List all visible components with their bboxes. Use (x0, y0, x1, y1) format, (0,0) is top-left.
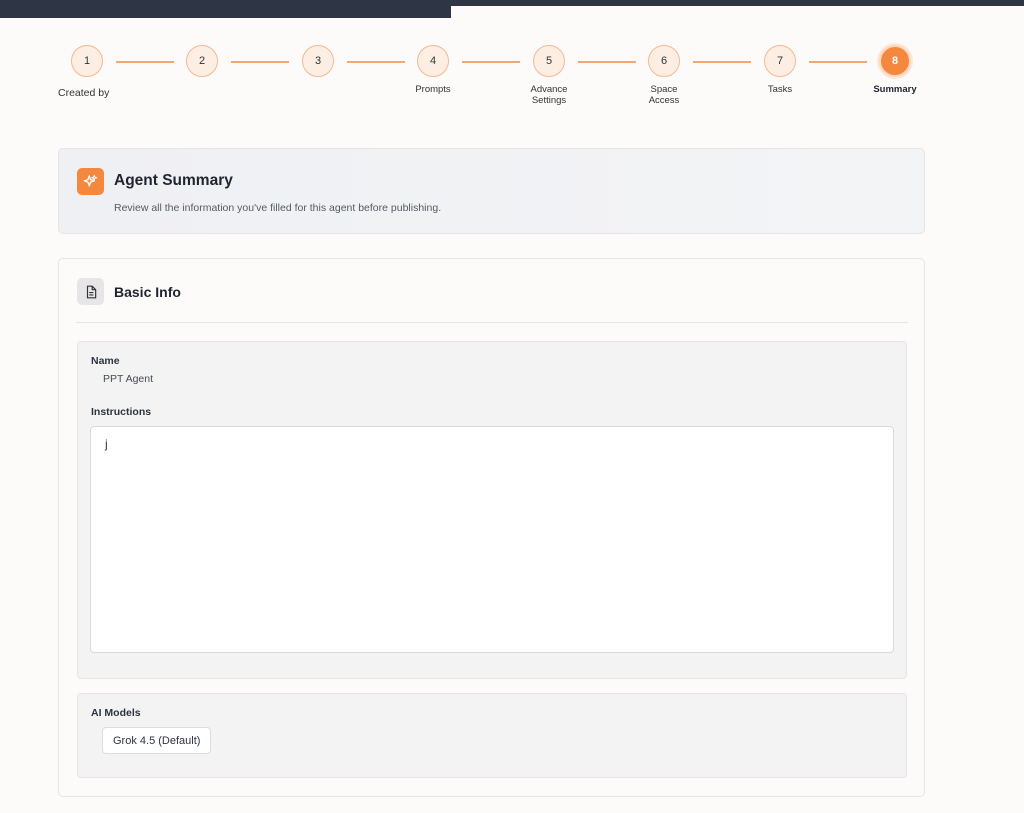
step-3[interactable]: 3 (302, 45, 334, 77)
step-number: 7 (776, 55, 784, 67)
step-8[interactable]: 8 (879, 45, 911, 77)
step-connector (578, 61, 636, 63)
basic-info-title: Basic Info (114, 284, 181, 300)
ai-models-label: AI Models (91, 707, 141, 719)
instructions-label: Instructions (91, 406, 152, 418)
step-6[interactable]: 6 (648, 45, 680, 77)
divider (76, 322, 908, 323)
step-label-space-access: Space Access (619, 84, 709, 106)
step-5[interactable]: 5 (533, 45, 565, 77)
step-label-summary: Summary (873, 84, 917, 95)
step-label-line: Advance Settings (530, 84, 568, 106)
step-label-line: Space Access (648, 84, 680, 106)
step-label-advance-settings: Advance Settings (504, 84, 594, 106)
step-connector (116, 61, 174, 63)
step-number: 5 (545, 55, 553, 67)
basic-info-card: Basic Info Name PPT Agent Instructions j… (58, 258, 925, 797)
instructions-textarea[interactable]: j (90, 426, 894, 653)
summary-subtitle: Review all the information you've filled… (114, 202, 442, 214)
step-label-tasks: Tasks (767, 84, 793, 95)
step-label-created-by: Created by (58, 87, 110, 99)
step-number: 3 (314, 55, 322, 67)
model-chip: Grok 4.5 (Default) (102, 727, 212, 754)
step-2[interactable]: 2 (186, 45, 218, 77)
step-connector (693, 61, 751, 63)
name-label: Name (91, 355, 120, 367)
document-icon (77, 278, 104, 305)
step-1[interactable]: 1 (71, 45, 103, 77)
step-7[interactable]: 7 (764, 45, 796, 77)
step-connector (809, 61, 867, 63)
ai-models-panel: AI Models Grok 4.5 (Default) (77, 693, 907, 778)
summary-title: Agent Summary (114, 172, 233, 189)
step-number: 1 (83, 55, 91, 67)
step-number: 6 (660, 55, 668, 67)
step-connector (347, 61, 405, 63)
agent-summary-card: Agent Summary Review all the information… (58, 148, 925, 234)
step-number: 8 (891, 55, 899, 67)
stepper: 1 2 3 4 5 6 7 8 Created by Prompts Advan… (0, 0, 1024, 120)
basic-info-panel: Name PPT Agent Instructions j (77, 341, 907, 679)
step-connector (231, 61, 289, 63)
step-connector (462, 61, 520, 63)
step-4[interactable]: 4 (417, 45, 449, 77)
sparkle-icon (77, 168, 104, 195)
step-label-prompts: Prompts (415, 84, 451, 95)
step-number: 4 (429, 55, 437, 67)
step-number: 2 (198, 55, 206, 67)
name-value: PPT Agent (103, 373, 154, 385)
